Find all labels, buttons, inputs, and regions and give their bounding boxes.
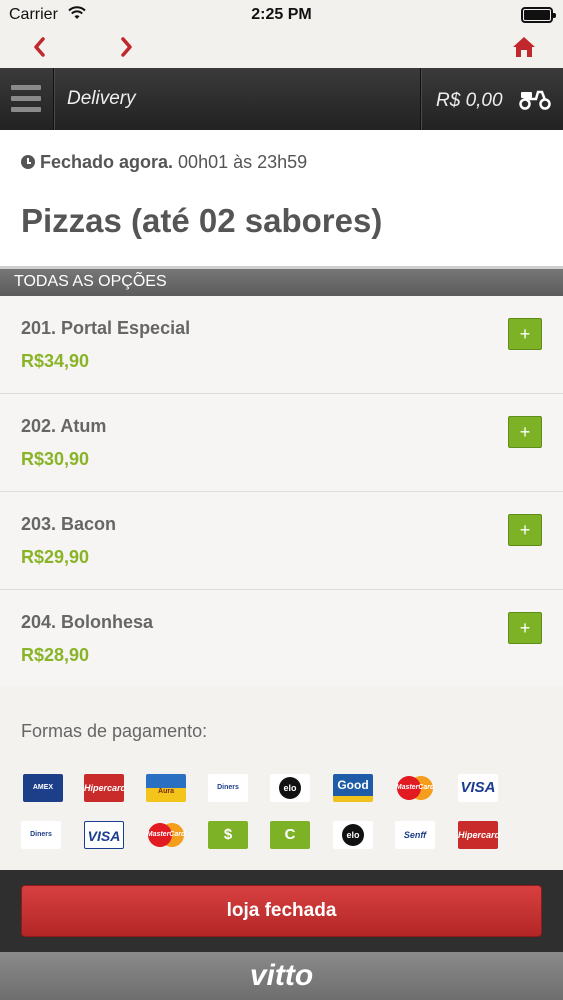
payment-methods-label: Formas de pagamento: bbox=[21, 721, 208, 741]
browser-nav-bar bbox=[0, 30, 563, 68]
product-price: R$34,90 bbox=[21, 351, 90, 371]
product-item[interactable]: 202. Atum R$30,90 + bbox=[0, 394, 563, 492]
product-list: 201. Portal Especial R$34,90 + 202. Atum… bbox=[0, 296, 563, 688]
app-header: Delivery R$ 0,00 bbox=[0, 68, 563, 130]
elo-card: elo bbox=[270, 774, 310, 802]
cash-icon: $ bbox=[208, 821, 248, 849]
add-to-cart-button[interactable]: + bbox=[508, 318, 542, 350]
elo-card: elo bbox=[333, 821, 373, 849]
mastercard-card: MasterCard bbox=[395, 774, 435, 802]
product-item[interactable]: 204. Bolonhesa R$28,90 + bbox=[0, 590, 563, 688]
visa-electron-card: VISA bbox=[84, 821, 124, 849]
product-item[interactable]: 201. Portal Especial R$34,90 + bbox=[0, 296, 563, 394]
american-express-card: AMEX bbox=[23, 774, 63, 802]
header-title: Delivery bbox=[67, 88, 136, 109]
senff-card: Senff bbox=[395, 821, 435, 849]
section-header: TODAS AS OPÇÕES bbox=[0, 266, 563, 296]
product-item[interactable]: 203. Bacon R$29,90 + bbox=[0, 492, 563, 590]
visa-card: VISA bbox=[458, 774, 498, 802]
diners-club-card: Diners bbox=[208, 774, 248, 802]
hamburger-menu-icon[interactable] bbox=[0, 68, 54, 130]
status-bar: Carrier 2:25 PM bbox=[0, 0, 563, 30]
add-to-cart-button[interactable]: + bbox=[508, 416, 542, 448]
hipercard-card: Hipercard bbox=[458, 821, 500, 849]
home-icon[interactable] bbox=[510, 34, 538, 60]
store-info: Fechado agora. 00h01 às 23h59 Pizzas (at… bbox=[0, 130, 563, 266]
mastercard-card: MasterCard bbox=[146, 821, 186, 849]
diners-club-card: Diners bbox=[21, 821, 61, 849]
scooter-icon bbox=[519, 90, 551, 110]
product-name: 204. Bolonhesa bbox=[21, 612, 154, 632]
hipercard-card: Hipercard bbox=[84, 774, 126, 802]
store-hours-range: 00h01 às 23h59 bbox=[178, 152, 308, 172]
chevron-left-icon[interactable] bbox=[28, 34, 52, 60]
add-to-cart-button[interactable]: + bbox=[508, 612, 542, 644]
clock-time: 2:25 PM bbox=[251, 6, 312, 23]
product-name: 203. Bacon bbox=[21, 514, 117, 534]
store-status: Fechado agora. bbox=[40, 152, 174, 172]
category-title: Pizzas (até 02 sabores) bbox=[21, 202, 383, 239]
good-card: Good bbox=[333, 774, 373, 802]
store-closed-button[interactable]: loja fechada bbox=[21, 885, 542, 937]
vitto-logo: vitto bbox=[0, 952, 563, 1000]
product-price: R$28,90 bbox=[21, 645, 90, 665]
chevron-right-icon[interactable] bbox=[114, 34, 138, 60]
footer-bar: loja fechada bbox=[0, 870, 563, 952]
add-to-cart-button[interactable]: + bbox=[508, 514, 542, 546]
check-icon: C bbox=[270, 821, 310, 849]
product-price: R$29,90 bbox=[21, 547, 90, 567]
store-hours: Fechado agora. 00h01 às 23h59 bbox=[21, 152, 307, 173]
cart-total: R$ 0,00 bbox=[436, 90, 503, 111]
payment-methods: Formas de pagamento: AMEX Hipercard Aura… bbox=[0, 686, 563, 870]
product-name: 201. Portal Especial bbox=[21, 318, 191, 338]
cart-summary[interactable]: R$ 0,00 bbox=[420, 68, 563, 130]
clock-icon bbox=[21, 155, 35, 169]
product-price: R$30,90 bbox=[21, 449, 90, 469]
aura-card: Aura bbox=[146, 774, 186, 802]
product-name: 202. Atum bbox=[21, 416, 107, 436]
battery-icon bbox=[521, 7, 556, 23]
